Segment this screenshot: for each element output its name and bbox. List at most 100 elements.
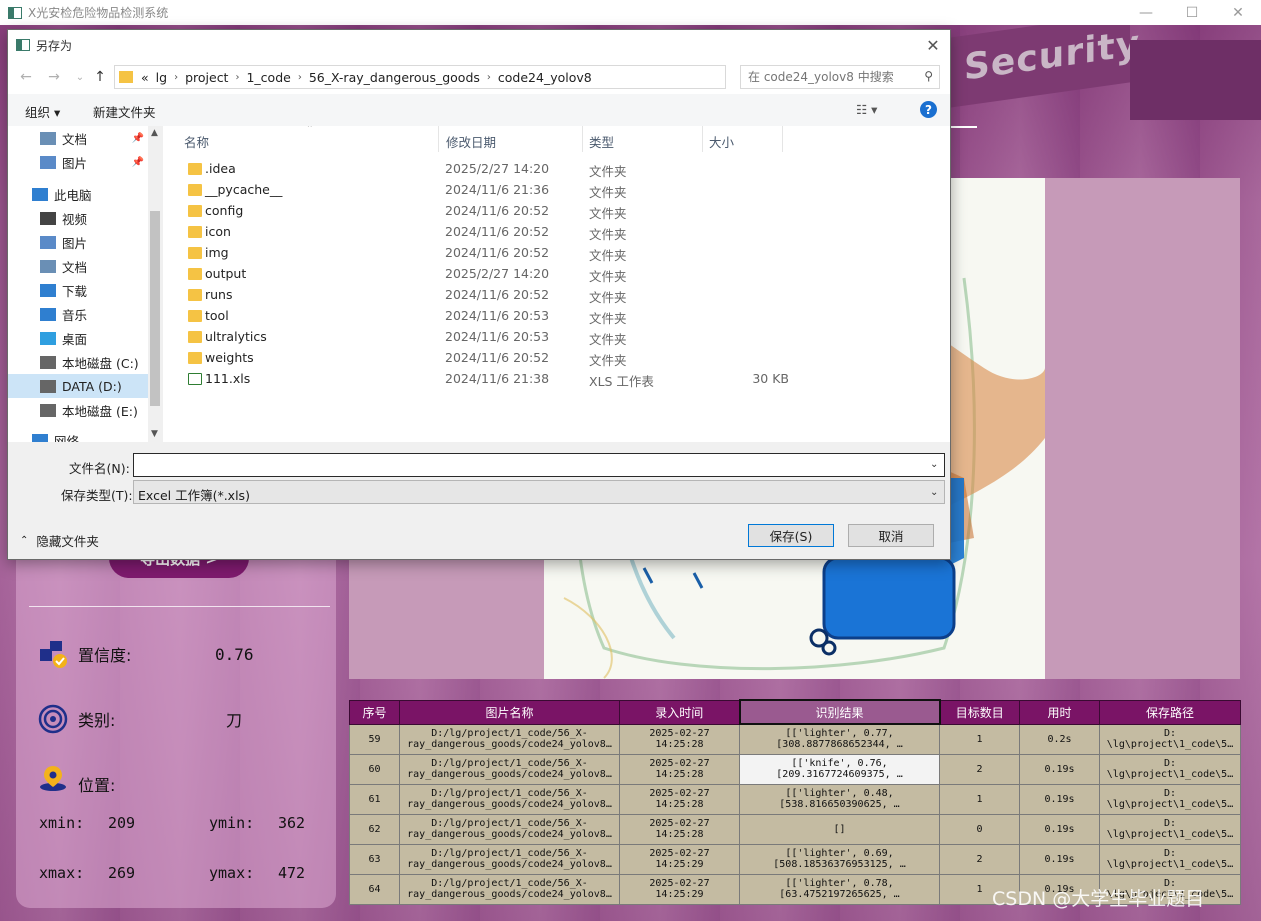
cell-input-time[interactable]: 2025-02-27 14:25:28 [619, 753, 740, 785]
table-row[interactable]: 61 D:/lg/project/1_code/56_X-ray_dangerou… [349, 783, 1241, 815]
cell-index[interactable]: 60 [349, 753, 400, 785]
close-icon[interactable]: ✕ [922, 34, 944, 56]
nav-item[interactable]: 本地磁盘 (E:) [8, 398, 148, 422]
forward-arrow-icon[interactable]: → [44, 67, 64, 87]
column-header-result[interactable]: 识别结果 [738, 699, 941, 725]
cell-index[interactable]: 59 [349, 723, 400, 755]
cell-input-time[interactable]: 2025-02-27 14:25:28 [619, 723, 740, 755]
file-row[interactable]: __pycache__ 2024/11/6 21:36 文件夹 [183, 180, 783, 201]
cell-index[interactable]: 61 [349, 783, 400, 815]
cell-image-name[interactable]: D:/lg/project/1_code/56_X-ray_dangerous_… [399, 783, 620, 815]
cell-input-time[interactable]: 2025-02-27 14:25:28 [619, 783, 740, 815]
cell-save-path[interactable]: D: \lg\project\1_code\5… [1099, 843, 1241, 875]
nav-item[interactable]: 文档 📌 [8, 126, 148, 150]
column-header-date[interactable]: 修改日期 [446, 132, 496, 151]
cell-save-path[interactable]: D: \lg\project\1_code\5… [1099, 783, 1241, 815]
organize-button[interactable]: 组织 ▾ [25, 102, 60, 121]
column-header-time-used[interactable]: 用时 [1019, 699, 1100, 725]
cell-image-name[interactable]: D:/lg/project/1_code/56_X-ray_dangerous_… [399, 723, 620, 755]
cancel-button[interactable]: 取消 [848, 524, 934, 547]
cell-input-time[interactable]: 2025-02-27 14:25:29 [619, 873, 740, 905]
nav-item[interactable]: 视频 [8, 206, 148, 230]
nav-item[interactable]: 图片 [8, 230, 148, 254]
cell-time-used[interactable]: 0.19s [1019, 843, 1100, 875]
cell-result[interactable]: [] [739, 813, 940, 845]
cell-result[interactable]: [['lighter', 0.78, [63.4752197265625, … [739, 873, 940, 905]
column-divider[interactable] [702, 126, 703, 152]
filename-input[interactable] [133, 453, 945, 477]
column-divider[interactable] [582, 126, 583, 152]
filetype-select[interactable]: Excel 工作簿(*.xls) [133, 480, 945, 504]
up-arrow-icon[interactable]: ↑ [90, 67, 110, 87]
table-row[interactable]: 63 D:/lg/project/1_code/56_X-ray_dangerou… [349, 843, 1241, 875]
view-options-icon[interactable]: ☷ ▾ [856, 102, 877, 117]
cell-index[interactable]: 63 [349, 843, 400, 875]
column-divider[interactable] [438, 126, 439, 152]
cell-result[interactable]: [['knife', 0.76, [209.3167724609375, … [739, 753, 940, 785]
column-header-save-path[interactable]: 保存路径 [1099, 699, 1241, 725]
file-row[interactable]: config 2024/11/6 20:52 文件夹 [183, 201, 783, 222]
cell-result[interactable]: [['lighter', 0.77, [308.8877868652344, … [739, 723, 940, 755]
scroll-up-icon[interactable]: ▲ [151, 128, 158, 138]
nav-item[interactable]: 桌面 [8, 326, 148, 350]
column-header-index[interactable]: 序号 [349, 699, 400, 725]
back-arrow-icon[interactable]: ← [16, 67, 36, 87]
cell-time-used[interactable]: 0.19s [1019, 753, 1100, 785]
cell-image-name[interactable]: D:/lg/project/1_code/56_X-ray_dangerous_… [399, 843, 620, 875]
file-row[interactable]: .idea 2025/2/27 14:20 文件夹 [183, 159, 783, 180]
cell-image-name[interactable]: D:/lg/project/1_code/56_X-ray_dangerous_… [399, 873, 620, 905]
cell-input-time[interactable]: 2025-02-27 14:25:28 [619, 813, 740, 845]
cell-time-used[interactable]: 0.2s [1019, 723, 1100, 755]
cell-result[interactable]: [['lighter', 0.69, [508.18536376953125, … [739, 843, 940, 875]
cell-time-used[interactable]: 0.19s [1019, 813, 1100, 845]
maximize-button[interactable]: ☐ [1169, 0, 1215, 25]
cell-target-count[interactable]: 1 [939, 783, 1020, 815]
cell-target-count[interactable]: 2 [939, 843, 1020, 875]
cell-index[interactable]: 64 [349, 873, 400, 905]
minimize-button[interactable]: — [1123, 0, 1169, 25]
column-header-target-count[interactable]: 目标数目 [939, 699, 1020, 725]
breadcrumb-project[interactable]: project [185, 70, 228, 85]
chevron-right-icon[interactable]: › [174, 72, 178, 83]
file-row[interactable]: ultralytics 2024/11/6 20:53 文件夹 [183, 327, 783, 348]
breadcrumb-lg[interactable]: lg [156, 70, 167, 85]
breadcrumb-1-code[interactable]: 1_code [246, 70, 290, 85]
file-row[interactable]: icon 2024/11/6 20:52 文件夹 [183, 222, 783, 243]
column-header-input-time[interactable]: 录入时间 [619, 699, 740, 725]
cell-image-name[interactable]: D:/lg/project/1_code/56_X-ray_dangerous_… [399, 753, 620, 785]
nav-item[interactable]: 此电脑 [8, 182, 148, 206]
chevron-down-icon[interactable]: ⌄ [930, 487, 938, 498]
address-bar[interactable]: « lg › project › 1_code › 56_X-ray_dange… [114, 65, 824, 89]
breadcrumb-overflow[interactable]: « [141, 70, 149, 85]
column-divider[interactable] [782, 126, 783, 152]
table-row[interactable]: 59 D:/lg/project/1_code/56_X-ray_dangerou… [349, 723, 1241, 755]
navigation-scrollbar[interactable]: ▲ ▼ [148, 126, 162, 442]
table-row[interactable]: 62 D:/lg/project/1_code/56_X-ray_dangerou… [349, 813, 1241, 845]
save-button[interactable]: 保存(S) [748, 524, 834, 547]
search-icon[interactable]: ⚲ [924, 69, 933, 83]
cell-result[interactable]: [['lighter', 0.48, [538.816650390625, … [739, 783, 940, 815]
cell-save-path[interactable]: D: \lg\project\1_code\5… [1099, 723, 1241, 755]
file-row[interactable]: output 2025/2/27 14:20 文件夹 [183, 264, 783, 285]
cell-input-time[interactable]: 2025-02-27 14:25:29 [619, 843, 740, 875]
chevron-down-icon[interactable]: ⌄ [930, 459, 938, 470]
cell-target-count[interactable]: 2 [939, 753, 1020, 785]
nav-item[interactable]: 文档 [8, 254, 148, 278]
cell-save-path[interactable]: D: \lg\project\1_code\5… [1099, 753, 1241, 785]
nav-item[interactable]: 下载 [8, 278, 148, 302]
cell-target-count[interactable]: 0 [939, 813, 1020, 845]
search-input[interactable] [741, 66, 911, 88]
file-row[interactable]: runs 2024/11/6 20:52 文件夹 [183, 285, 783, 306]
recent-chevron-icon[interactable]: ⌄ [70, 67, 90, 87]
column-header-type[interactable]: 类型 [589, 132, 614, 151]
cell-target-count[interactable]: 1 [939, 723, 1020, 755]
new-folder-button[interactable]: 新建文件夹 [93, 102, 156, 121]
file-row[interactable]: weights 2024/11/6 20:52 文件夹 [183, 348, 783, 369]
chevron-right-icon[interactable]: › [487, 72, 491, 83]
scroll-down-icon[interactable]: ▼ [151, 429, 158, 439]
file-row[interactable]: 111.xls 2024/11/6 21:38 XLS 工作表 30 KB [183, 369, 789, 390]
close-button[interactable]: ✕ [1215, 0, 1261, 25]
chevron-right-icon[interactable]: › [235, 72, 239, 83]
table-row[interactable]: 60 D:/lg/project/1_code/56_X-ray_dangerou… [349, 753, 1241, 785]
file-row[interactable]: tool 2024/11/6 20:53 文件夹 [183, 306, 783, 327]
